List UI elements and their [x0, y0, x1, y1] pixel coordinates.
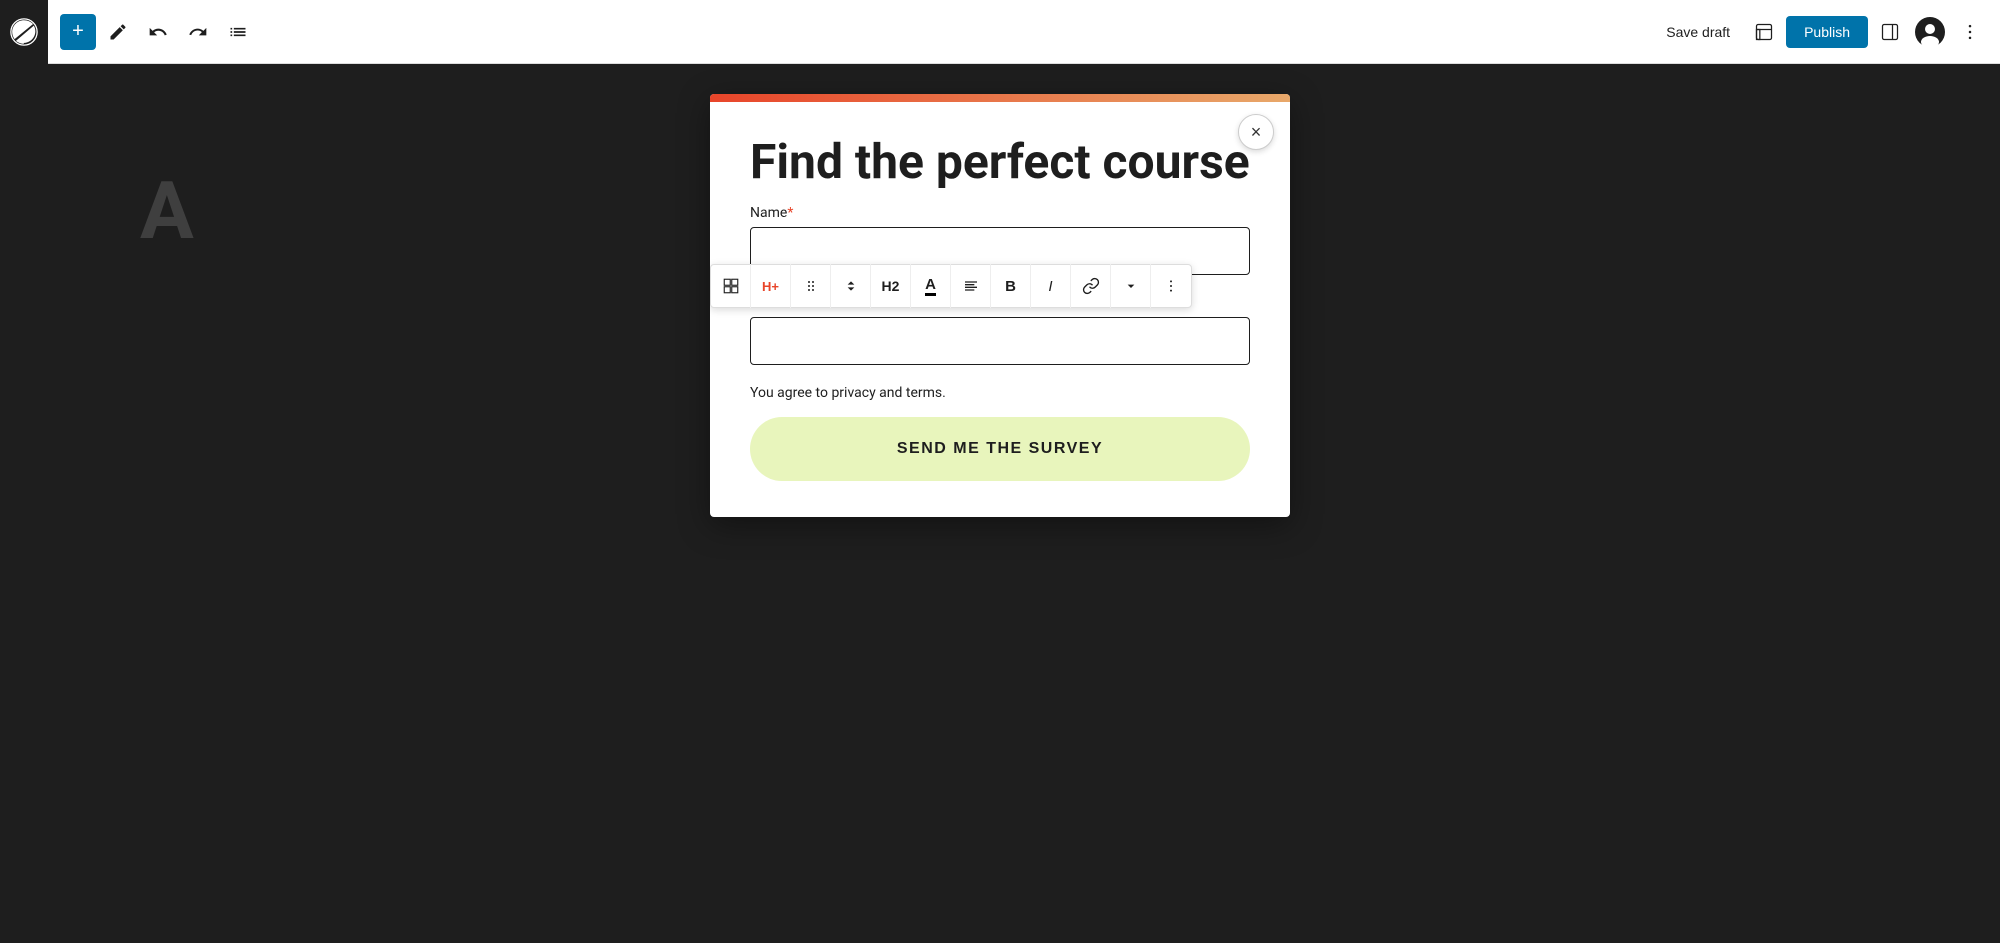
link-icon — [1082, 277, 1100, 295]
block-tool-text-color-button[interactable]: A — [911, 264, 951, 308]
wp-logo — [0, 0, 48, 64]
edit-button[interactable] — [100, 14, 136, 50]
block-tool-align-button[interactable] — [951, 264, 991, 308]
block-tool-more-options-button[interactable] — [1111, 264, 1151, 308]
undo-button[interactable] — [140, 14, 176, 50]
drag-icon — [803, 278, 819, 294]
block-tool-heading-button[interactable]: H+ — [751, 264, 791, 308]
wordpress-logo-icon — [10, 18, 38, 46]
name-label: Name* — [750, 205, 1250, 221]
preview-button[interactable] — [1746, 14, 1782, 50]
sidebar-toggle-button[interactable] — [1872, 14, 1908, 50]
block-tool-bold-button[interactable]: B — [991, 264, 1031, 308]
options-icon — [1960, 22, 1980, 42]
block-tool-drag-button[interactable] — [791, 264, 831, 308]
modal-content: Find the perfect course Name* Email* — [710, 102, 1290, 517]
submit-survey-button[interactable]: SEND ME THE SURVEY — [750, 417, 1250, 481]
publish-button[interactable]: Publish — [1786, 16, 1868, 48]
email-input[interactable] — [750, 317, 1250, 365]
user-avatar-icon — [1914, 16, 1946, 48]
list-view-button[interactable] — [220, 14, 256, 50]
privacy-text: You agree to privacy and terms. — [750, 385, 1250, 401]
preview-icon — [1754, 22, 1774, 42]
modal-title: Find the perfect course — [750, 134, 1250, 189]
list-view-icon — [228, 22, 248, 42]
modal-popup: × H+ H2 A B — [710, 94, 1290, 517]
redo-icon — [188, 22, 208, 42]
group-icon — [722, 277, 740, 295]
kebab-icon — [1163, 278, 1179, 294]
top-toolbar: + Save draft Publish — [0, 0, 2000, 64]
block-tool-move-button[interactable] — [831, 264, 871, 308]
block-tool-group-button[interactable] — [711, 264, 751, 308]
block-tool-link-button[interactable] — [1071, 264, 1111, 308]
options-button[interactable] — [1952, 14, 1988, 50]
undo-icon — [148, 22, 168, 42]
modal-top-bar — [710, 94, 1290, 102]
add-block-button[interactable]: + — [60, 14, 96, 50]
form-section: Name* Email* You agree to privacy and te… — [750, 205, 1250, 481]
chevron-down-icon — [1123, 278, 1139, 294]
background-text: A — [140, 164, 194, 258]
modal-close-button[interactable]: × — [1238, 114, 1274, 150]
block-tool-h2-button[interactable]: H2 — [871, 264, 911, 308]
align-icon — [963, 278, 979, 294]
block-tool-kebab-button[interactable] — [1151, 264, 1191, 308]
block-tool-italic-button[interactable]: I — [1031, 264, 1071, 308]
user-avatar-button[interactable] — [1912, 14, 1948, 50]
sidebar-toggle-icon — [1880, 22, 1900, 42]
edit-icon — [108, 22, 128, 42]
redo-button[interactable] — [180, 14, 216, 50]
chevron-up-down-icon — [843, 278, 859, 294]
save-draft-button[interactable]: Save draft — [1654, 16, 1742, 48]
block-toolbar: H+ H2 A B I — [710, 264, 1192, 308]
editor-area: A × H+ H2 A — [0, 64, 2000, 943]
